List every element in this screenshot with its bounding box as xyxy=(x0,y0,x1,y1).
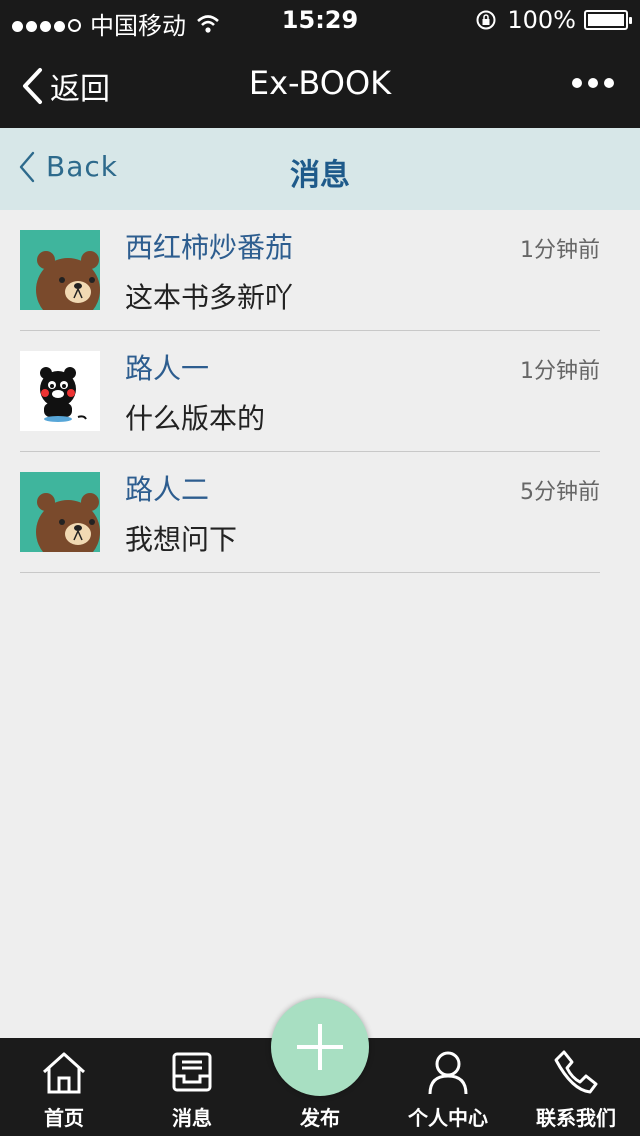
avatar xyxy=(20,472,100,552)
sender-name: 西红柿炒番茄 xyxy=(125,231,294,264)
nav-bar: 返回 Ex-BOOK xyxy=(0,40,640,128)
message-time: 1分钟前 xyxy=(520,359,600,384)
tab-messages[interactable]: 消息 xyxy=(128,1038,256,1136)
message-preview: 这本书多新吖 xyxy=(125,281,294,314)
message-preview: 什么版本的 xyxy=(125,402,266,435)
message-time: 5分钟前 xyxy=(520,480,600,505)
plus-icon xyxy=(297,1024,343,1070)
battery-icon xyxy=(584,10,632,30)
page-title: 消息 xyxy=(290,158,350,193)
sender-name: 路人二 xyxy=(125,473,210,506)
inbox-icon xyxy=(172,1052,212,1092)
avatar xyxy=(20,351,100,431)
tab-label: 个人中心 xyxy=(408,1106,488,1130)
tab-contact[interactable]: 联系我们 xyxy=(512,1038,640,1136)
tab-label: 消息 xyxy=(172,1106,212,1130)
message-item[interactable]: 西红柿炒番茄 这本书多新吖 1分钟前 xyxy=(20,210,600,331)
tab-label: 发布 xyxy=(300,1106,340,1130)
page-header: Back 消息 xyxy=(0,128,640,210)
message-item[interactable]: 路人一 什么版本的 1分钟前 xyxy=(20,331,600,452)
person-icon xyxy=(428,1051,468,1095)
message-preview: 我想问下 xyxy=(125,523,238,556)
message-list: 西红柿炒番茄 这本书多新吖 1分钟前 路人一 什么版本的 1分钟前 路人二 我想… xyxy=(20,210,600,573)
tab-home[interactable]: 首页 xyxy=(0,1038,128,1136)
message-item[interactable]: 路人二 我想问下 5分钟前 xyxy=(20,452,600,573)
avatar xyxy=(20,230,100,310)
nav-title: Ex-BOOK xyxy=(248,64,392,102)
battery-percent: 100% xyxy=(507,6,576,34)
publish-button[interactable] xyxy=(271,998,369,1096)
rotation-lock-icon xyxy=(476,10,496,30)
tab-profile[interactable]: 个人中心 xyxy=(384,1038,512,1136)
message-time: 1分钟前 xyxy=(520,238,600,263)
home-icon xyxy=(42,1052,86,1094)
more-button[interactable] xyxy=(566,78,614,88)
status-bar: 中国移动 15:29 100% xyxy=(0,0,640,40)
sender-name: 路人一 xyxy=(125,352,210,385)
tab-label: 联系我们 xyxy=(536,1106,616,1130)
tab-label: 首页 xyxy=(44,1106,84,1130)
phone-icon xyxy=(554,1050,598,1094)
